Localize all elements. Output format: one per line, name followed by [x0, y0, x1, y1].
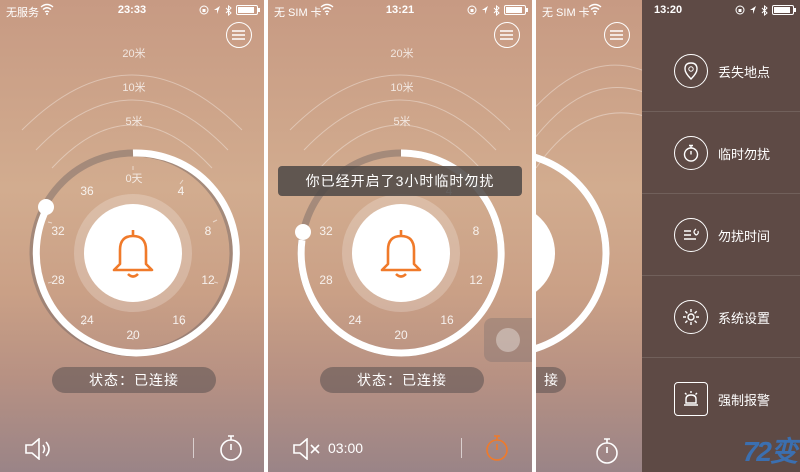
tick-label: 16 — [440, 313, 454, 327]
distance-label-20m: 20米 — [390, 48, 414, 60]
bluetooth-icon — [225, 4, 232, 16]
dnd-toast: 你已经开启了3小时临时勿扰 — [278, 166, 522, 196]
menu-item-label: 勿扰时间 — [718, 229, 771, 244]
tick-label: 8 — [204, 224, 212, 238]
location-arrow-icon — [214, 6, 220, 14]
stopwatch-icon[interactable] — [484, 434, 510, 462]
phone-screen-main: 无服务 23:33 20米 10米 5米 0天 36 4 8 12 16 20 … — [0, 0, 264, 472]
carrier-label: 无 SIM 卡 — [542, 7, 590, 19]
dial-handle[interactable] — [38, 199, 54, 215]
tick-label: 20 — [126, 328, 140, 342]
lock-rotation-icon — [467, 5, 477, 15]
connection-status: 状态：已连接 — [320, 367, 484, 393]
distance-label-10m: 10米 — [122, 82, 146, 94]
assistive-touch-button[interactable] — [484, 318, 532, 362]
bottom-toolbar: 03:00 — [268, 426, 532, 472]
tick-label: 36 — [80, 184, 94, 198]
bell-button[interactable] — [84, 204, 182, 302]
status-icons — [199, 4, 260, 16]
distance-label-10m: 10米 — [390, 82, 414, 94]
stopwatch-icon — [674, 136, 708, 170]
speaker-icon[interactable] — [24, 438, 54, 460]
menu-item-label: 丢失地点 — [718, 65, 771, 80]
stopwatch-icon[interactable] — [594, 437, 620, 465]
phone-screen-dnd: 无 SIM 卡 13:21 20米 10米 5米 4 8 12 16 20 24… — [268, 0, 532, 472]
phone-screen-menu: 无 SIM 卡 接 13:20 丢失地点 临时勿扰 勿扰时间 系统设置 强制报警 — [536, 0, 800, 472]
list-moon-icon — [674, 218, 708, 252]
lock-rotation-icon — [735, 5, 745, 15]
side-menu: 13:20 丢失地点 临时勿扰 勿扰时间 系统设置 强制报警 — [642, 0, 800, 472]
distance-label-20m: 20米 — [122, 48, 146, 60]
bell-button[interactable] — [352, 204, 450, 302]
dial-handle[interactable] — [295, 224, 311, 240]
bell-icon — [380, 230, 422, 278]
wifi-icon — [588, 3, 602, 15]
status-bar-right: 13:20 — [642, 0, 800, 20]
status-icons — [467, 4, 528, 16]
stopwatch-icon[interactable] — [218, 434, 244, 462]
tick-label: 8 — [472, 224, 480, 238]
toolbar-divider — [193, 438, 194, 458]
location-arrow-icon — [750, 6, 756, 14]
toolbar-divider — [461, 438, 462, 458]
timer-dial — [536, 153, 610, 353]
lock-rotation-icon — [199, 5, 209, 15]
distance-label-5m: 5米 — [125, 116, 143, 128]
tick-label: 32 — [319, 224, 333, 238]
menu-item-lost-location[interactable]: 丢失地点 — [642, 30, 800, 112]
menu-item-label: 临时勿扰 — [718, 147, 771, 162]
menu-item-force-alarm[interactable]: 强制报警 — [642, 358, 800, 440]
status-icons — [735, 4, 796, 16]
menu-item-temp-dnd[interactable]: 临时勿扰 — [642, 112, 800, 194]
tick-label: 24 — [80, 313, 94, 327]
tick-label: 28 — [319, 273, 333, 287]
tick-label: 32 — [51, 224, 65, 238]
bottom-toolbar — [0, 426, 264, 472]
dnd-countdown: 03:00 — [328, 440, 364, 456]
gear-icon — [674, 300, 708, 334]
speaker-muted-icon[interactable] — [292, 438, 322, 460]
battery-icon — [236, 5, 260, 15]
distance-label-5m: 5米 — [393, 116, 411, 128]
connection-status: 接 — [536, 367, 566, 393]
location-arrow-icon — [482, 6, 488, 14]
menu-item-label: 强制报警 — [718, 393, 771, 408]
tick-label: 4 — [177, 184, 185, 198]
location-pin-icon — [674, 54, 708, 88]
menu-item-dnd-time[interactable]: 勿扰时间 — [642, 194, 800, 276]
tick-label: 24 — [348, 313, 362, 327]
bell-icon — [112, 230, 154, 278]
menu-item-settings[interactable]: 系统设置 — [642, 276, 800, 358]
menu-item-label: 系统设置 — [718, 311, 771, 326]
tick-label: 12 — [469, 273, 483, 287]
tick-label: 20 — [394, 328, 408, 342]
tick-label: 16 — [172, 313, 186, 327]
status-bar: 无 SIM 卡 — [536, 0, 642, 20]
tick-label: 28 — [51, 273, 65, 287]
tick-label: 12 — [201, 273, 215, 287]
status-bar: 无服务 23:33 — [0, 0, 264, 20]
bluetooth-icon — [493, 4, 500, 16]
bluetooth-icon — [761, 4, 768, 16]
connection-status: 状态：已连接 — [52, 367, 216, 393]
status-bar: 无 SIM 卡 13:21 — [268, 0, 532, 20]
site-watermark-logo: 72变 — [742, 436, 798, 467]
battery-icon — [772, 5, 796, 15]
alarm-light-icon — [674, 382, 708, 416]
timer-dial[interactable]: 36 4 8 12 16 20 24 28 32 — [20, 140, 246, 366]
battery-icon — [504, 5, 528, 15]
